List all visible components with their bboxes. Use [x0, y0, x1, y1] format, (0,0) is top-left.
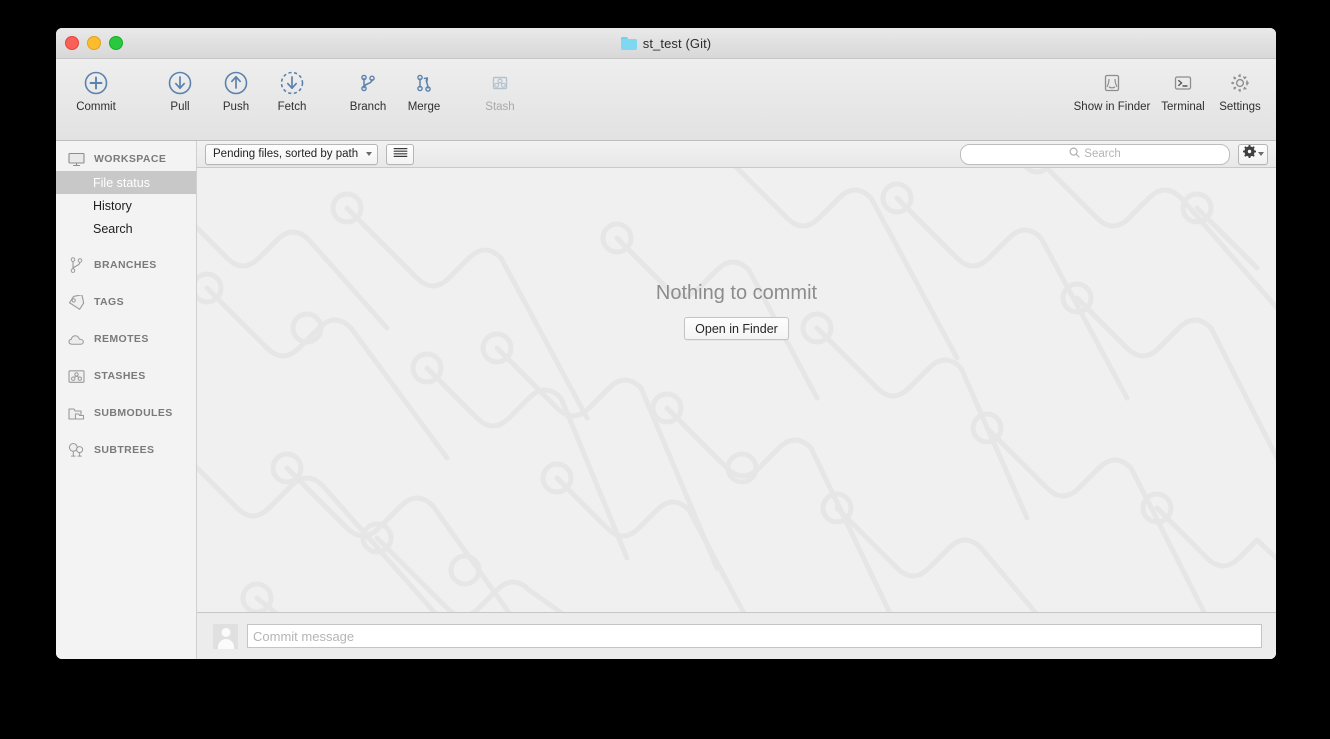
empty-state-content: Nothing to commit Open in Finder — [656, 282, 817, 340]
commit-plus-icon — [83, 66, 109, 100]
sidebar-item-search[interactable]: Search — [56, 217, 196, 240]
content-area: Pending files, sorted by path Search Not… — [197, 141, 1276, 659]
filter-settings-button[interactable] — [1238, 143, 1268, 165]
stash-icon — [68, 368, 85, 384]
subtree-icon — [68, 442, 85, 458]
toolbar: Commit Pull Push Fetch Branch Merge Stas… — [56, 59, 1276, 141]
close-window-button[interactable] — [65, 36, 79, 50]
toolbar-button-push[interactable]: Push — [208, 66, 264, 113]
stash-icon — [487, 66, 513, 100]
fetch-dashed-arrow-icon — [279, 66, 305, 100]
tag-icon — [68, 294, 85, 310]
toolbar-label-push: Push — [222, 101, 250, 113]
sidebar-item-history[interactable]: History — [56, 194, 196, 217]
sidebar-section-stashes[interactable]: STASHES — [56, 364, 196, 388]
sidebar-label-submodules: SUBMODULES — [94, 407, 173, 419]
toolbar-right-group: Show in Finder Terminal Settings — [1070, 66, 1268, 113]
pull-down-arrow-icon — [167, 66, 193, 100]
watermark-circuit-pattern — [197, 168, 1276, 612]
toolbar-button-stash[interactable]: Stash — [472, 66, 528, 113]
sidebar-label-workspace: WORKSPACE — [94, 153, 167, 165]
maximize-window-button[interactable] — [109, 36, 123, 50]
search-input[interactable]: Search — [960, 143, 1230, 165]
toolbar-button-settings[interactable]: Settings — [1212, 66, 1268, 113]
sidebar-item-file-status[interactable]: File status — [56, 171, 196, 194]
view-mode-button[interactable] — [386, 143, 415, 165]
toolbar-label-stash: Stash — [485, 101, 515, 113]
gear-icon — [1227, 66, 1253, 100]
sidebar-section-tags[interactable]: TAGS — [56, 290, 196, 314]
branch-icon — [68, 256, 85, 273]
window-title-group: st_test (Git) — [56, 28, 1276, 58]
gear-icon — [1242, 144, 1256, 163]
commit-message-placeholder: Commit message — [253, 628, 355, 644]
toolbar-left-group: Commit Pull Push Fetch Branch Merge Stas… — [68, 66, 528, 113]
open-in-finder-button[interactable]: Open in Finder — [684, 317, 789, 340]
sidebar: WORKSPACE File status History Search BRA… — [56, 141, 197, 659]
file-sort-popup-label: Pending files, sorted by path — [213, 148, 359, 160]
empty-state-area: Nothing to commit Open in Finder — [197, 168, 1276, 612]
list-view-icon — [393, 145, 408, 163]
main-window: st_test (Git) Commit Pull Push Fetch Bra… — [56, 28, 1276, 659]
sidebar-label-branches: BRANCHES — [94, 259, 157, 271]
cloud-icon — [68, 331, 85, 347]
merge-icon — [411, 66, 437, 100]
file-sort-popup-button[interactable]: Pending files, sorted by path — [205, 143, 379, 165]
sidebar-section-remotes[interactable]: REMOTES — [56, 327, 196, 351]
avatar — [213, 623, 238, 649]
toolbar-label-merge: Merge — [407, 101, 441, 113]
terminal-icon — [1170, 66, 1196, 100]
window-title: st_test (Git) — [642, 35, 712, 51]
sidebar-label-remotes: REMOTES — [94, 333, 149, 345]
title-bar: st_test (Git) — [56, 28, 1276, 59]
branch-icon — [355, 66, 381, 100]
toolbar-button-fetch[interactable]: Fetch — [264, 66, 320, 113]
sidebar-section-branches[interactable]: BRANCHES — [56, 253, 196, 277]
minimize-window-button[interactable] — [87, 36, 101, 50]
toolbar-label-pull: Pull — [170, 101, 190, 113]
chevron-down-icon — [366, 152, 373, 156]
submodule-icon — [68, 405, 85, 421]
monitor-icon — [68, 151, 85, 167]
search-icon — [1069, 145, 1080, 163]
sidebar-section-submodules[interactable]: SUBMODULES — [56, 401, 196, 425]
commit-bar: Commit message — [197, 612, 1276, 659]
toolbar-label-branch: Branch — [349, 101, 387, 113]
toolbar-label-terminal: Terminal — [1161, 101, 1205, 113]
toolbar-button-terminal[interactable]: Terminal — [1154, 66, 1212, 113]
toolbar-label-commit: Commit — [76, 101, 116, 113]
commit-message-input[interactable]: Commit message — [247, 624, 1262, 648]
toolbar-button-commit[interactable]: Commit — [68, 66, 124, 113]
finder-icon — [1099, 66, 1125, 100]
sidebar-section-workspace[interactable]: WORKSPACE — [56, 147, 196, 171]
toolbar-button-pull[interactable]: Pull — [152, 66, 208, 113]
search-placeholder: Search — [1084, 148, 1121, 160]
folder-icon — [620, 36, 637, 50]
toolbar-label-fetch: Fetch — [277, 101, 307, 113]
window-controls — [65, 28, 123, 58]
toolbar-button-merge[interactable]: Merge — [396, 66, 452, 113]
empty-state-title: Nothing to commit — [655, 282, 818, 304]
sidebar-label-subtrees: SUBTREES — [94, 444, 155, 456]
chevron-down-icon — [1257, 152, 1264, 156]
toolbar-button-branch[interactable]: Branch — [340, 66, 396, 113]
sidebar-label-stashes: STASHES — [94, 370, 146, 382]
sidebar-section-subtrees[interactable]: SUBTREES — [56, 438, 196, 462]
sidebar-label-tags: TAGS — [94, 296, 124, 308]
push-up-arrow-icon — [223, 66, 249, 100]
window-body: WORKSPACE File status History Search BRA… — [56, 141, 1276, 659]
toolbar-label-show-in-finder: Show in Finder — [1073, 101, 1151, 113]
toolbar-button-show-in-finder[interactable]: Show in Finder — [1070, 66, 1154, 113]
filter-bar: Pending files, sorted by path Search — [197, 141, 1276, 168]
toolbar-label-settings: Settings — [1219, 101, 1261, 113]
